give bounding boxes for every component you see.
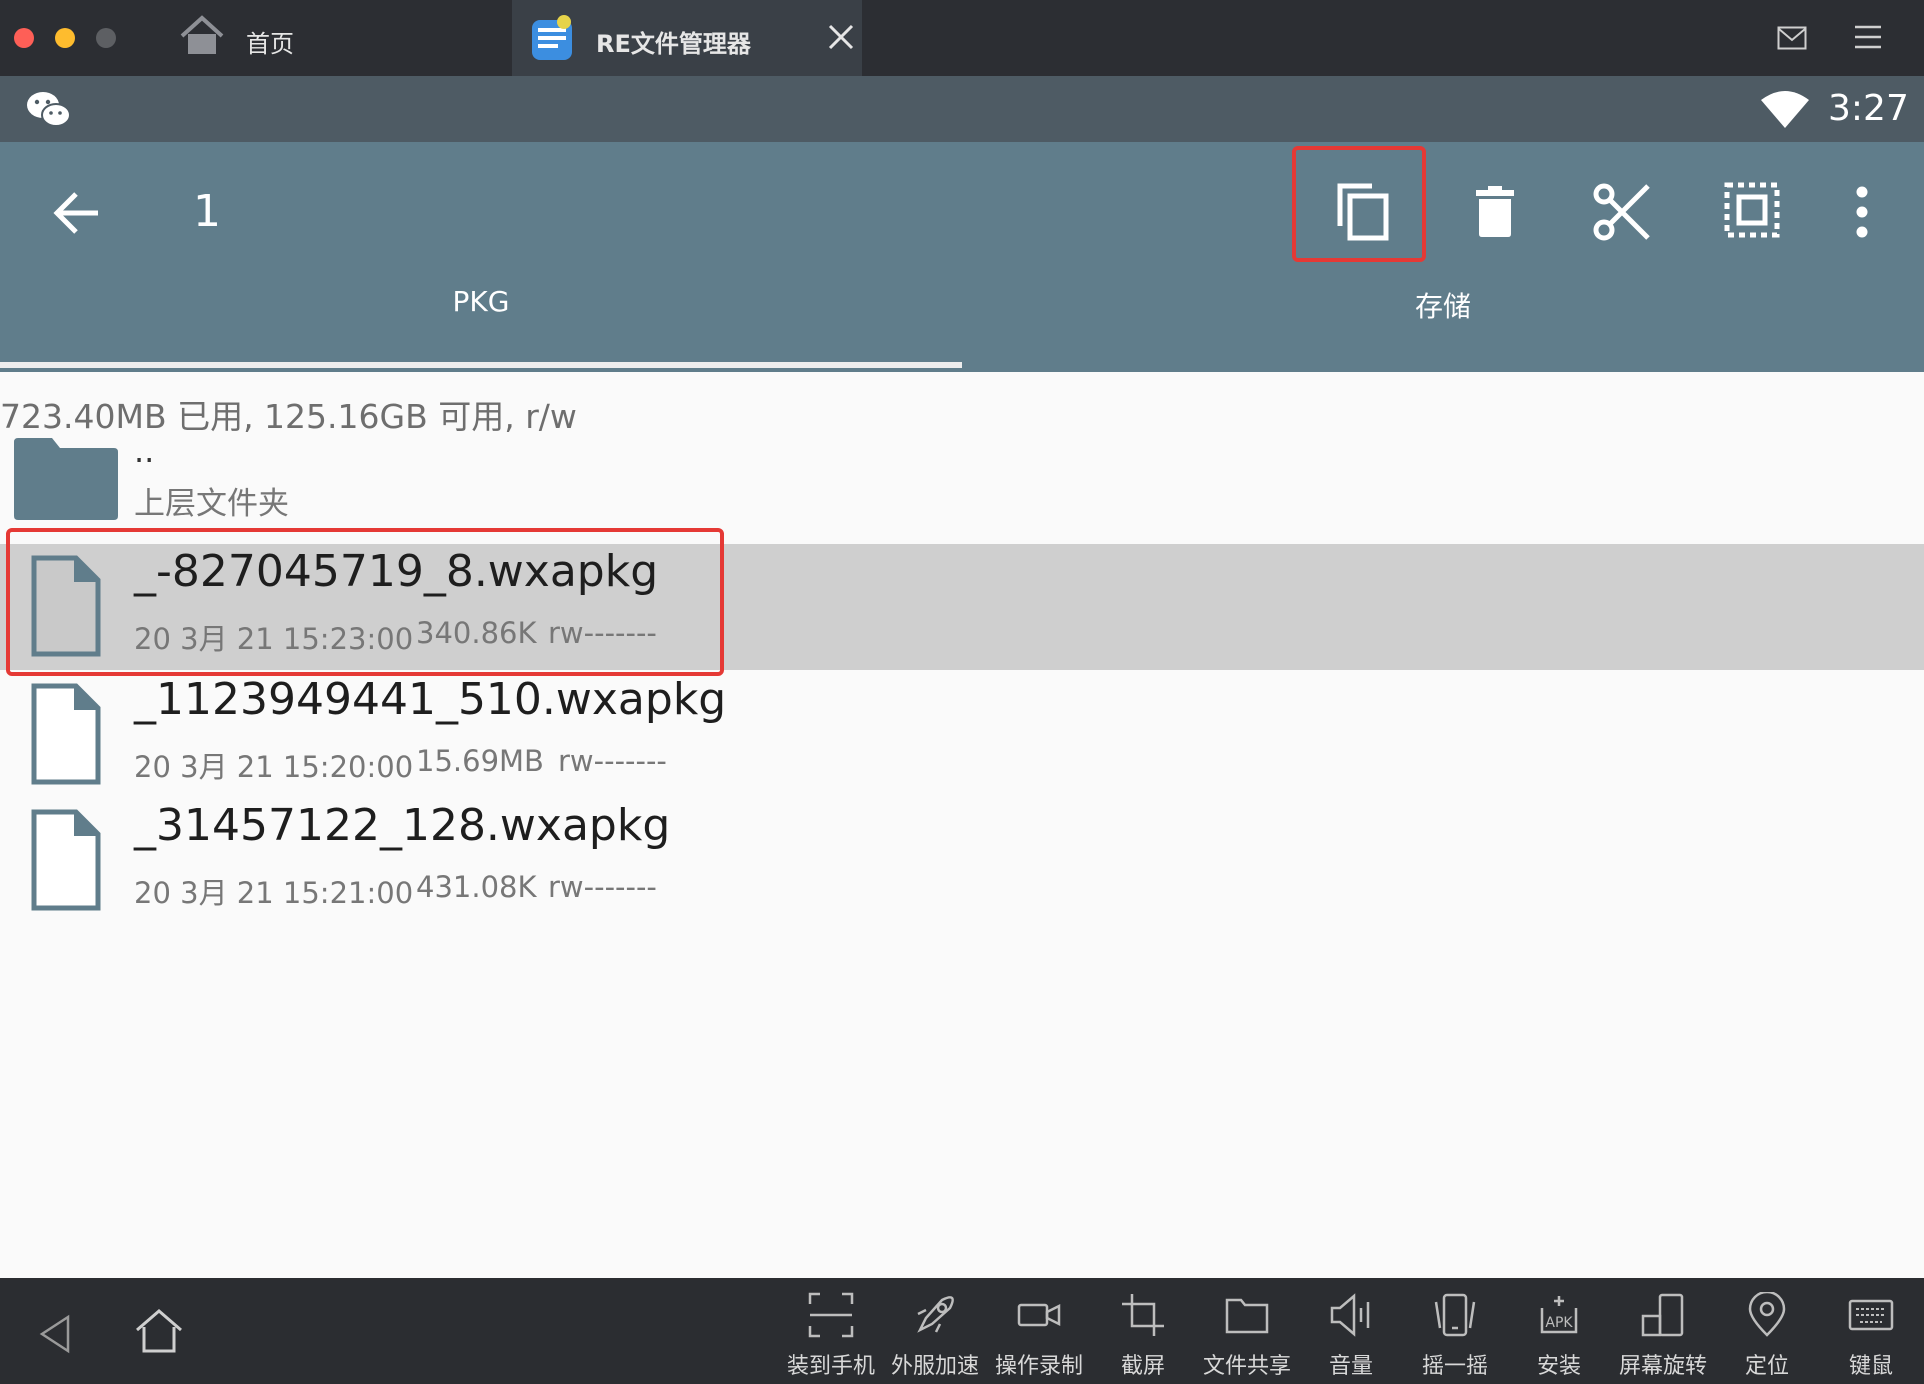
location-pin-icon [1748, 1292, 1786, 1337]
maximize-window-button[interactable] [96, 28, 116, 48]
tool-label: 键鼠 [1848, 1354, 1893, 1379]
tool-keyboard-mouse[interactable]: 键鼠 [1826, 1278, 1916, 1384]
tool-shake[interactable]: 摇一摇 [1410, 1278, 1500, 1384]
re-file-manager-app-icon [532, 15, 572, 60]
select-all-icon[interactable] [1724, 182, 1780, 238]
tool-volume[interactable]: 音量 [1306, 1278, 1396, 1384]
status-time: 3:27 [1828, 88, 1909, 129]
nav-home-icon[interactable] [134, 1308, 184, 1354]
speaker-icon [1330, 1293, 1370, 1337]
window-title-bar: 首页 RE文件管理器 [0, 0, 1924, 76]
tab-indicator [0, 362, 962, 368]
wechat-icon [27, 92, 71, 127]
app-bar: 1 PKG 存储 [0, 142, 1924, 372]
tab-storage[interactable]: 存储 [962, 285, 1924, 325]
minimize-window-button[interactable] [55, 28, 75, 48]
file-permissions: rw------- [548, 870, 657, 904]
tool-screenshot[interactable]: 截屏 [1098, 1278, 1188, 1384]
file-highlight-box [6, 528, 724, 676]
tool-record[interactable]: 操作录制 [994, 1278, 1084, 1384]
tab-home[interactable]: 首页 [160, 0, 510, 76]
file-date: 20 3月 21 15:20:00 [134, 750, 414, 784]
svg-text:APK: APK [1545, 1315, 1573, 1331]
file-icon [31, 809, 101, 911]
tool-file-share[interactable]: 文件共享 [1202, 1278, 1292, 1384]
file-size: 15.69MB [416, 744, 544, 778]
status-bar: 3:27 [0, 76, 1924, 142]
folder-icon [14, 438, 118, 520]
menu-icon[interactable] [1854, 24, 1882, 50]
file-row[interactable]: _1123949441_510.wxapkg 20 3月 21 15:20:00… [0, 672, 1924, 798]
file-name: _31457122_128.wxapkg [134, 800, 671, 851]
crop-icon [1122, 1294, 1164, 1336]
tool-accelerate[interactable]: 外服加速 [890, 1278, 980, 1384]
tool-location[interactable]: 定位 [1722, 1278, 1812, 1384]
file-row[interactable]: _31457122_128.wxapkg 20 3月 21 15:21:00 4… [0, 800, 1924, 926]
selection-count: 1 [193, 186, 221, 237]
tab-re-file-manager[interactable]: RE文件管理器 [512, 0, 862, 76]
rotate-screen-icon [1641, 1293, 1684, 1337]
scan-frame-icon [808, 1292, 854, 1338]
mail-icon[interactable] [1777, 26, 1807, 50]
rocket-icon [917, 1296, 954, 1333]
tool-install-apk[interactable]: APK 安装 [1514, 1278, 1604, 1384]
file-icon [31, 683, 101, 785]
android-screen: 3:27 1 PKG 存储 723.40MB 已用, 125.16GB 可用, … [0, 76, 1924, 1278]
nav-back-icon[interactable] [38, 1314, 72, 1354]
more-options-icon[interactable] [1852, 184, 1872, 240]
file-name: _1123949441_510.wxapkg [134, 674, 727, 725]
close-window-button[interactable] [14, 28, 34, 48]
cut-icon[interactable] [1592, 182, 1652, 242]
tool-rotate-screen[interactable]: 屏幕旋转 [1618, 1278, 1708, 1384]
home-icon [180, 15, 224, 54]
parent-folder-row[interactable]: .. 上层文件夹 [0, 426, 1924, 530]
back-arrow-icon[interactable] [52, 190, 102, 236]
delete-icon[interactable] [1474, 186, 1516, 238]
shake-phone-icon [1434, 1293, 1476, 1337]
wifi-icon [1761, 91, 1809, 128]
apk-install-icon: APK [1540, 1296, 1578, 1334]
tab-pkg[interactable]: PKG [0, 285, 962, 318]
parent-folder-name: .. [134, 432, 155, 470]
tab-home-label: 首页 [246, 30, 294, 58]
parent-folder-label: 上层文件夹 [134, 486, 289, 522]
folder-icon [1225, 1298, 1269, 1334]
keyboard-icon [1848, 1299, 1894, 1331]
tab-active-label: RE文件管理器 [596, 30, 751, 58]
file-permissions: rw------- [558, 744, 667, 778]
video-camera-icon [1017, 1303, 1061, 1327]
copy-icon[interactable] [1336, 182, 1390, 242]
tool-install-to-phone[interactable]: 装到手机 [786, 1278, 876, 1384]
file-size: 431.08K [416, 870, 537, 904]
emulator-toolbar: 装到手机 外服加速 操作录制 截屏 文件共享 音量 摇一摇 APK 安装 屏幕旋… [0, 1278, 1924, 1384]
file-date: 20 3月 21 15:21:00 [134, 876, 414, 910]
close-tab-icon[interactable] [828, 24, 854, 50]
